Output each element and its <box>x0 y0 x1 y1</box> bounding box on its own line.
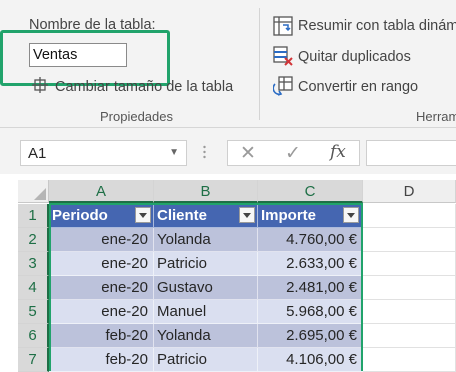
column-header-b[interactable]: B <box>154 180 258 203</box>
tools-group-label: Herram <box>416 109 456 124</box>
table-cell[interactable]: Patricio <box>154 348 258 372</box>
table-header-periodo[interactable]: Periodo <box>49 204 154 228</box>
table-cell[interactable]: 2.633,00 € <box>258 252 363 276</box>
column-header-c[interactable]: C <box>258 180 363 203</box>
formula-input[interactable] <box>366 140 456 166</box>
table-cell[interactable]: feb-20 <box>49 324 154 348</box>
table-cell[interactable]: 2.481,00 € <box>258 276 363 300</box>
pivot-table-icon <box>273 16 293 36</box>
enter-icon[interactable]: ✓ <box>285 142 301 165</box>
filter-dropdown-icon[interactable] <box>239 207 255 223</box>
convert-range-icon <box>273 76 293 96</box>
resize-table-button[interactable]: Cambiar tamaño de la tabla <box>55 79 233 95</box>
table-cell[interactable]: 4.106,00 € <box>258 348 363 372</box>
name-box[interactable]: A1 ▼ <box>20 140 187 166</box>
select-all-corner[interactable] <box>18 180 49 203</box>
name-box-value: A1 <box>28 145 47 162</box>
table-cell-d7[interactable] <box>363 348 456 372</box>
remove-duplicates-icon <box>273 46 293 66</box>
table-cell[interactable]: Yolanda <box>154 324 258 348</box>
table-cell[interactable]: Patricio <box>154 252 258 276</box>
row-header-2[interactable]: 2 <box>18 228 49 252</box>
table-cell-d2[interactable] <box>363 228 456 252</box>
ribbon-separator <box>259 8 260 120</box>
row-header-5[interactable]: 5 <box>18 300 49 324</box>
filter-dropdown-icon[interactable] <box>343 207 359 223</box>
table-cell[interactable]: ene-20 <box>49 252 154 276</box>
ribbon: Nombre de la tabla: Cambiar tamaño de la… <box>0 0 456 128</box>
row-header-4[interactable]: 4 <box>18 276 49 300</box>
filter-dropdown-icon[interactable] <box>135 207 151 223</box>
table-name-highlight <box>0 30 170 86</box>
formula-buttons: ✕ ✓ fx <box>227 140 360 166</box>
resize-table-icon <box>32 77 48 93</box>
table-header-importe[interactable]: Importe <box>258 204 363 228</box>
table-cell[interactable]: ene-20 <box>49 276 154 300</box>
row-header-7[interactable]: 7 <box>18 348 49 372</box>
remove-duplicates-button[interactable]: Quitar duplicados <box>298 49 411 65</box>
header-label: Importe <box>261 207 317 224</box>
table-cell[interactable]: ene-20 <box>49 228 154 252</box>
table-cell[interactable]: 4.760,00 € <box>258 228 363 252</box>
table-cell-d6[interactable] <box>363 324 456 348</box>
formula-bar: A1 ▼ ✕ ✓ fx <box>0 128 456 174</box>
table-cell[interactable]: 5.968,00 € <box>258 300 363 324</box>
row-header-6[interactable]: 6 <box>18 324 49 348</box>
table-cell[interactable]: 2.695,00 € <box>258 324 363 348</box>
convert-range-button[interactable]: Convertir en rango <box>298 79 418 95</box>
cancel-icon[interactable]: ✕ <box>240 142 256 165</box>
row-header-1[interactable]: 1 <box>18 204 49 228</box>
row-header-3[interactable]: 3 <box>18 252 49 276</box>
insert-function-icon[interactable]: fx <box>330 142 346 162</box>
properties-group-label: Propiedades <box>100 109 173 124</box>
table-cell[interactable]: feb-20 <box>49 348 154 372</box>
column-header-a[interactable]: A <box>49 180 154 203</box>
table-cell-d3[interactable] <box>363 252 456 276</box>
column-header-d[interactable]: D <box>363 180 456 203</box>
table-cell-d1[interactable] <box>363 204 456 228</box>
table-cell[interactable]: Yolanda <box>154 228 258 252</box>
header-label: Cliente <box>157 207 208 224</box>
table-cell-d5[interactable] <box>363 300 456 324</box>
summarize-pivot-button[interactable]: Resumir con tabla dinám <box>298 18 456 34</box>
select-all-icon <box>34 188 46 200</box>
table-cell[interactable]: ene-20 <box>49 300 154 324</box>
spreadsheet-grid: A B C D 1 2 3 4 5 6 7 Periodo Cliente Im… <box>0 180 456 372</box>
header-label: Periodo <box>52 207 108 224</box>
table-cell[interactable]: Manuel <box>154 300 258 324</box>
table-cell[interactable]: Gustavo <box>154 276 258 300</box>
chevron-down-icon[interactable]: ▼ <box>169 147 179 158</box>
table-header-cliente[interactable]: Cliente <box>154 204 258 228</box>
table-cell-d4[interactable] <box>363 276 456 300</box>
formula-bar-grip-icon[interactable] <box>203 145 206 159</box>
